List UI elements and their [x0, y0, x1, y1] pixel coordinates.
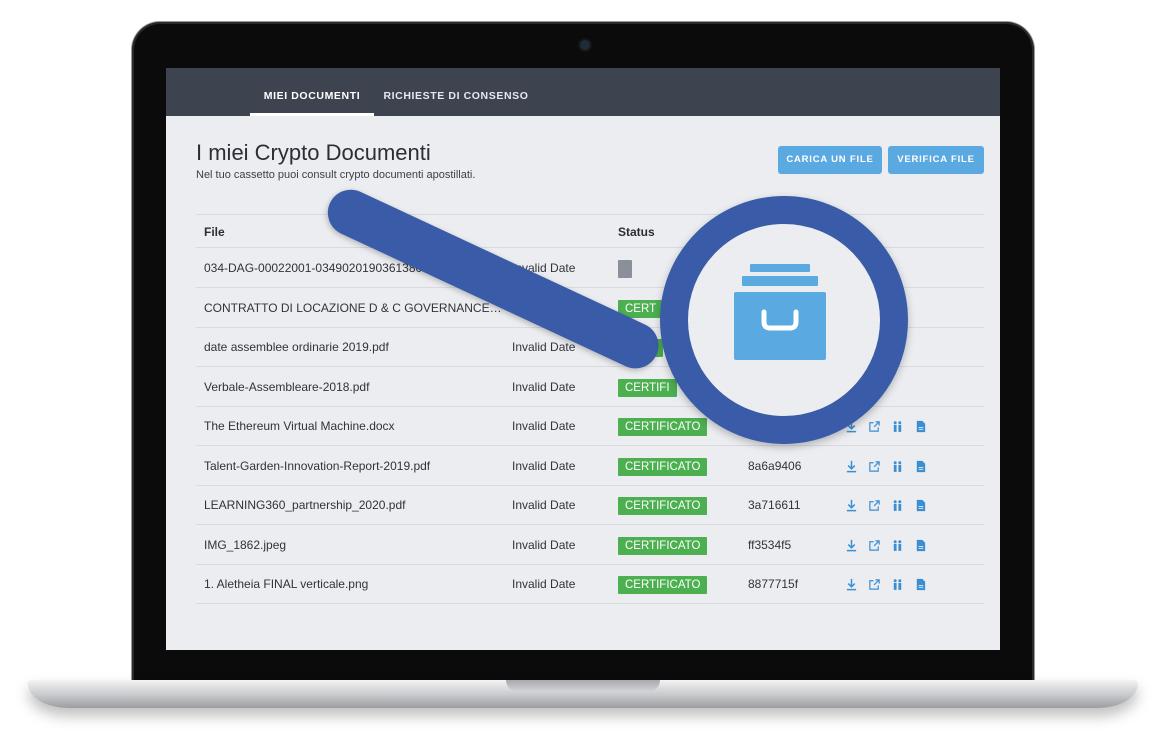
file-date: Invalid Date [512, 498, 576, 512]
users-icon[interactable] [890, 459, 904, 473]
table-row[interactable]: IMG_1862.jpeg Invalid Date CERTIFICATO ff35… [196, 526, 984, 565]
status-badge: CERTIFICATO [618, 418, 708, 436]
document-icon[interactable] [913, 499, 927, 513]
file-hash: ff3534f5 [748, 537, 792, 552]
file-name[interactable]: IMG_1862.jpeg [204, 526, 504, 565]
row-actions [844, 486, 927, 525]
tab-richieste-consenso[interactable]: RICHIESTE DI CONSENSO [376, 68, 536, 116]
document-icon[interactable] [913, 459, 927, 473]
file-date: Invalid Date [512, 458, 576, 473]
document-icon[interactable] [913, 578, 927, 592]
status-badge [618, 260, 632, 278]
laptop-base-notch [506, 680, 660, 692]
external-link-icon[interactable] [867, 578, 881, 592]
document-icon[interactable] [913, 420, 927, 434]
file-date: Invalid Date [512, 379, 576, 394]
row-actions [844, 526, 927, 565]
download-icon[interactable] [844, 459, 858, 473]
status-badge: CERTIFICATO [618, 497, 708, 515]
users-icon[interactable] [890, 499, 904, 513]
users-icon[interactable] [890, 578, 904, 592]
file-name[interactable]: Talent-Garden-Innovation-Report-2019.pdf [204, 447, 504, 486]
verify-file-button[interactable]: VERIFICA FILE [888, 146, 984, 174]
users-icon[interactable] [890, 538, 904, 552]
file-hash: 8a6a9406 [748, 458, 802, 473]
row-actions [844, 565, 927, 604]
file-date: Invalid Date [512, 577, 576, 591]
file-hash: 3a716611 [748, 498, 801, 512]
column-status: Status [618, 225, 655, 239]
row-actions [844, 447, 927, 486]
file-name[interactable]: CONTRATTO DI LOCAZIONE D & C GOVERNANCE … [204, 289, 504, 328]
page-title: I miei Crypto Documenti [196, 140, 431, 165]
download-icon[interactable] [844, 499, 858, 513]
users-icon[interactable] [890, 420, 904, 434]
top-nav-bar: MIEI DOCUMENTI RICHIESTE DI CONSENSO [166, 68, 1000, 116]
file-date: Invalid Date [512, 419, 576, 433]
external-link-icon[interactable] [867, 538, 881, 552]
download-icon[interactable] [844, 538, 858, 552]
file-name[interactable]: The Ethereum Virtual Machine.docx [204, 407, 504, 446]
file-name[interactable]: date assemblee ordinarie 2019.pdf [204, 328, 504, 367]
external-link-icon[interactable] [867, 420, 881, 434]
table-row[interactable]: Talent-Garden-Innovation-Report-2019.pdf… [196, 447, 984, 486]
file-name[interactable]: Verbale-Assembleare-2018.pdf [204, 368, 504, 407]
status-badge: CERTIFI [618, 378, 677, 397]
status-badge: CERTIFICATO [618, 536, 708, 555]
file-name[interactable]: LEARNING360_partnership_2020.pdf [204, 486, 504, 525]
table-row[interactable]: LEARNING360_partnership_2020.pdf Invalid … [196, 486, 984, 525]
laptop-camera [580, 40, 590, 50]
file-date: Invalid Date [512, 537, 576, 552]
external-link-icon[interactable] [867, 459, 881, 473]
archive-drawer-icon [734, 264, 826, 360]
table-row[interactable]: 1. Aletheia FINAL verticale.png Invalid D… [196, 565, 984, 604]
column-file: File [204, 225, 225, 239]
file-hash: 8877715f [748, 577, 799, 591]
status-badge: CERTIFICATO [618, 457, 708, 476]
download-icon[interactable] [844, 578, 858, 592]
status-badge: CERTIFICATO [618, 576, 708, 594]
page-subtitle: Nel tuo cassetto puoi consult crypto doc… [196, 169, 476, 181]
tab-miei-documenti[interactable]: MIEI DOCUMENTI [250, 68, 374, 116]
file-name[interactable]: 1. Aletheia FINAL verticale.png [204, 565, 504, 604]
document-icon[interactable] [913, 538, 927, 552]
external-link-icon[interactable] [867, 499, 881, 513]
upload-file-button[interactable]: CARICA UN FILE [778, 146, 882, 174]
